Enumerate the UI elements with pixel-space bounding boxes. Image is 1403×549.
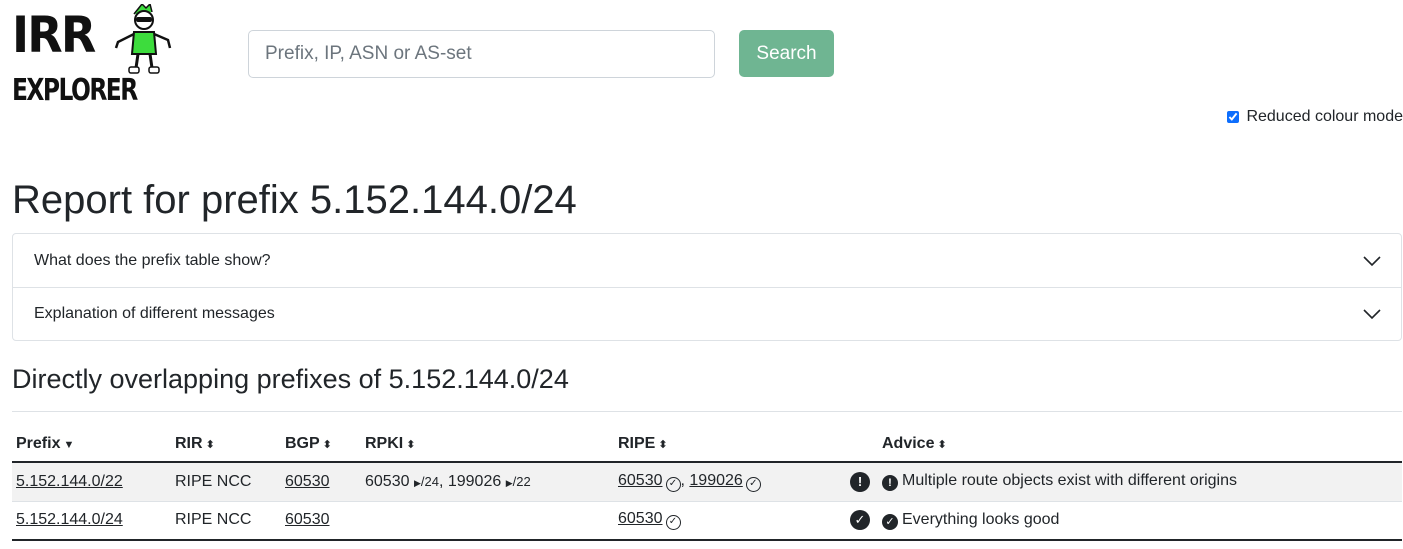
sort-icon: ⬍ — [658, 439, 668, 451]
accordion-item-prefix-table[interactable]: What does the prefix table show? — [13, 234, 1401, 287]
search-button[interactable]: Search — [739, 30, 834, 77]
logo-text-line2: EXPLORER — [12, 73, 138, 108]
logo[interactable]: IRR EXPLORER — [12, 4, 172, 108]
sort-icon: ⬍ — [937, 439, 947, 451]
ripe-cell: 60530 ✓ — [614, 501, 838, 540]
table-row: 5.152.144.0/22 RIPE NCC 60530 60530 ▶/24… — [12, 462, 1402, 501]
page-title: Report for prefix 5.152.144.0/24 — [12, 178, 577, 222]
chevron-down-icon — [1363, 255, 1381, 266]
check-circle-icon: ✓ — [665, 476, 681, 492]
table-header-row: Prefix ▼ RIR ⬍ BGP ⬍ RPKI ⬍ RIPE ⬍ Advice ⬍ — [12, 412, 1402, 463]
rpki-cell — [361, 501, 614, 540]
check-circle-icon: ✓ — [882, 513, 898, 530]
advice-cell: ✓ Everything looks good — [878, 501, 1402, 540]
column-header-rir[interactable]: RIR ⬍ — [171, 412, 281, 463]
ripe-asn-link[interactable]: 199026 ✓ — [689, 472, 761, 492]
column-header-prefix[interactable]: Prefix ▼ — [12, 412, 171, 463]
sort-icon: ⬍ — [205, 439, 215, 451]
help-accordion: What does the prefix table show? Explana… — [12, 233, 1402, 341]
ripe-asn-link[interactable]: 60530 ✓ — [618, 510, 681, 531]
chevron-down-icon — [1363, 309, 1381, 320]
mascot-icon — [114, 4, 172, 74]
logo-text-line1: IRR — [12, 6, 96, 64]
bgp-asn-link[interactable]: 60530 — [285, 473, 330, 490]
prefix-table: Prefix ▼ RIR ⬍ BGP ⬍ RPKI ⬍ RIPE ⬍ Advice ⬍ 5.… — [12, 411, 1402, 541]
reduced-colour-mode-toggle[interactable]: Reduced colour mode — [1227, 108, 1403, 126]
column-header-advice[interactable]: Advice ⬍ — [878, 412, 1402, 463]
column-header-status — [838, 412, 878, 463]
accordion-item-label: Explanation of different messages — [34, 305, 275, 322]
sort-icon: ⬍ — [322, 439, 332, 451]
reduced-colour-mode-label: Reduced colour mode — [1246, 108, 1403, 125]
exclamation-circle-icon: ! — [850, 471, 870, 492]
ripe-asn-link[interactable]: 60530 ✓ — [618, 472, 681, 492]
table-row: 5.152.144.0/24 RIPE NCC 60530 60530 ✓ ✓ ✓… — [12, 501, 1402, 540]
caret-right-icon: ▶ — [505, 477, 513, 488]
prefix-link[interactable]: 5.152.144.0/22 — [16, 473, 123, 490]
accordion-item-label: What does the prefix table show? — [34, 251, 271, 269]
column-header-ripe[interactable]: RIPE ⬍ — [614, 412, 838, 463]
rir-cell: RIPE NCC — [175, 472, 252, 490]
reduced-colour-mode-checkbox[interactable] — [1227, 111, 1240, 123]
exclamation-circle-icon: ! — [882, 475, 898, 492]
sort-desc-icon: ▼ — [63, 439, 75, 451]
rpki-cell: 60530 ▶/24, 199026 ▶/22 — [365, 472, 531, 490]
column-header-rpki[interactable]: RPKI ⬍ — [361, 412, 614, 463]
section-title: Directly overlapping prefixes of 5.152.1… — [12, 364, 569, 394]
caret-right-icon: ▶ — [413, 477, 421, 488]
prefix-link[interactable]: 5.152.144.0/24 — [16, 511, 123, 528]
column-header-bgp[interactable]: BGP ⬍ — [281, 412, 361, 463]
ripe-cell: 60530 ✓, 199026 ✓ — [614, 462, 838, 501]
rir-cell: RIPE NCC — [175, 511, 252, 529]
bgp-asn-link[interactable]: 60530 — [285, 511, 330, 528]
search-input[interactable] — [248, 30, 715, 78]
advice-cell: ! Multiple route objects exist with diffe… — [878, 462, 1402, 501]
check-circle-icon: ✓ — [665, 515, 681, 531]
check-circle-icon: ✓ — [745, 476, 761, 492]
check-circle-icon: ✓ — [850, 510, 870, 531]
sort-icon: ⬍ — [406, 439, 416, 451]
accordion-item-messages[interactable]: Explanation of different messages — [13, 287, 1401, 340]
